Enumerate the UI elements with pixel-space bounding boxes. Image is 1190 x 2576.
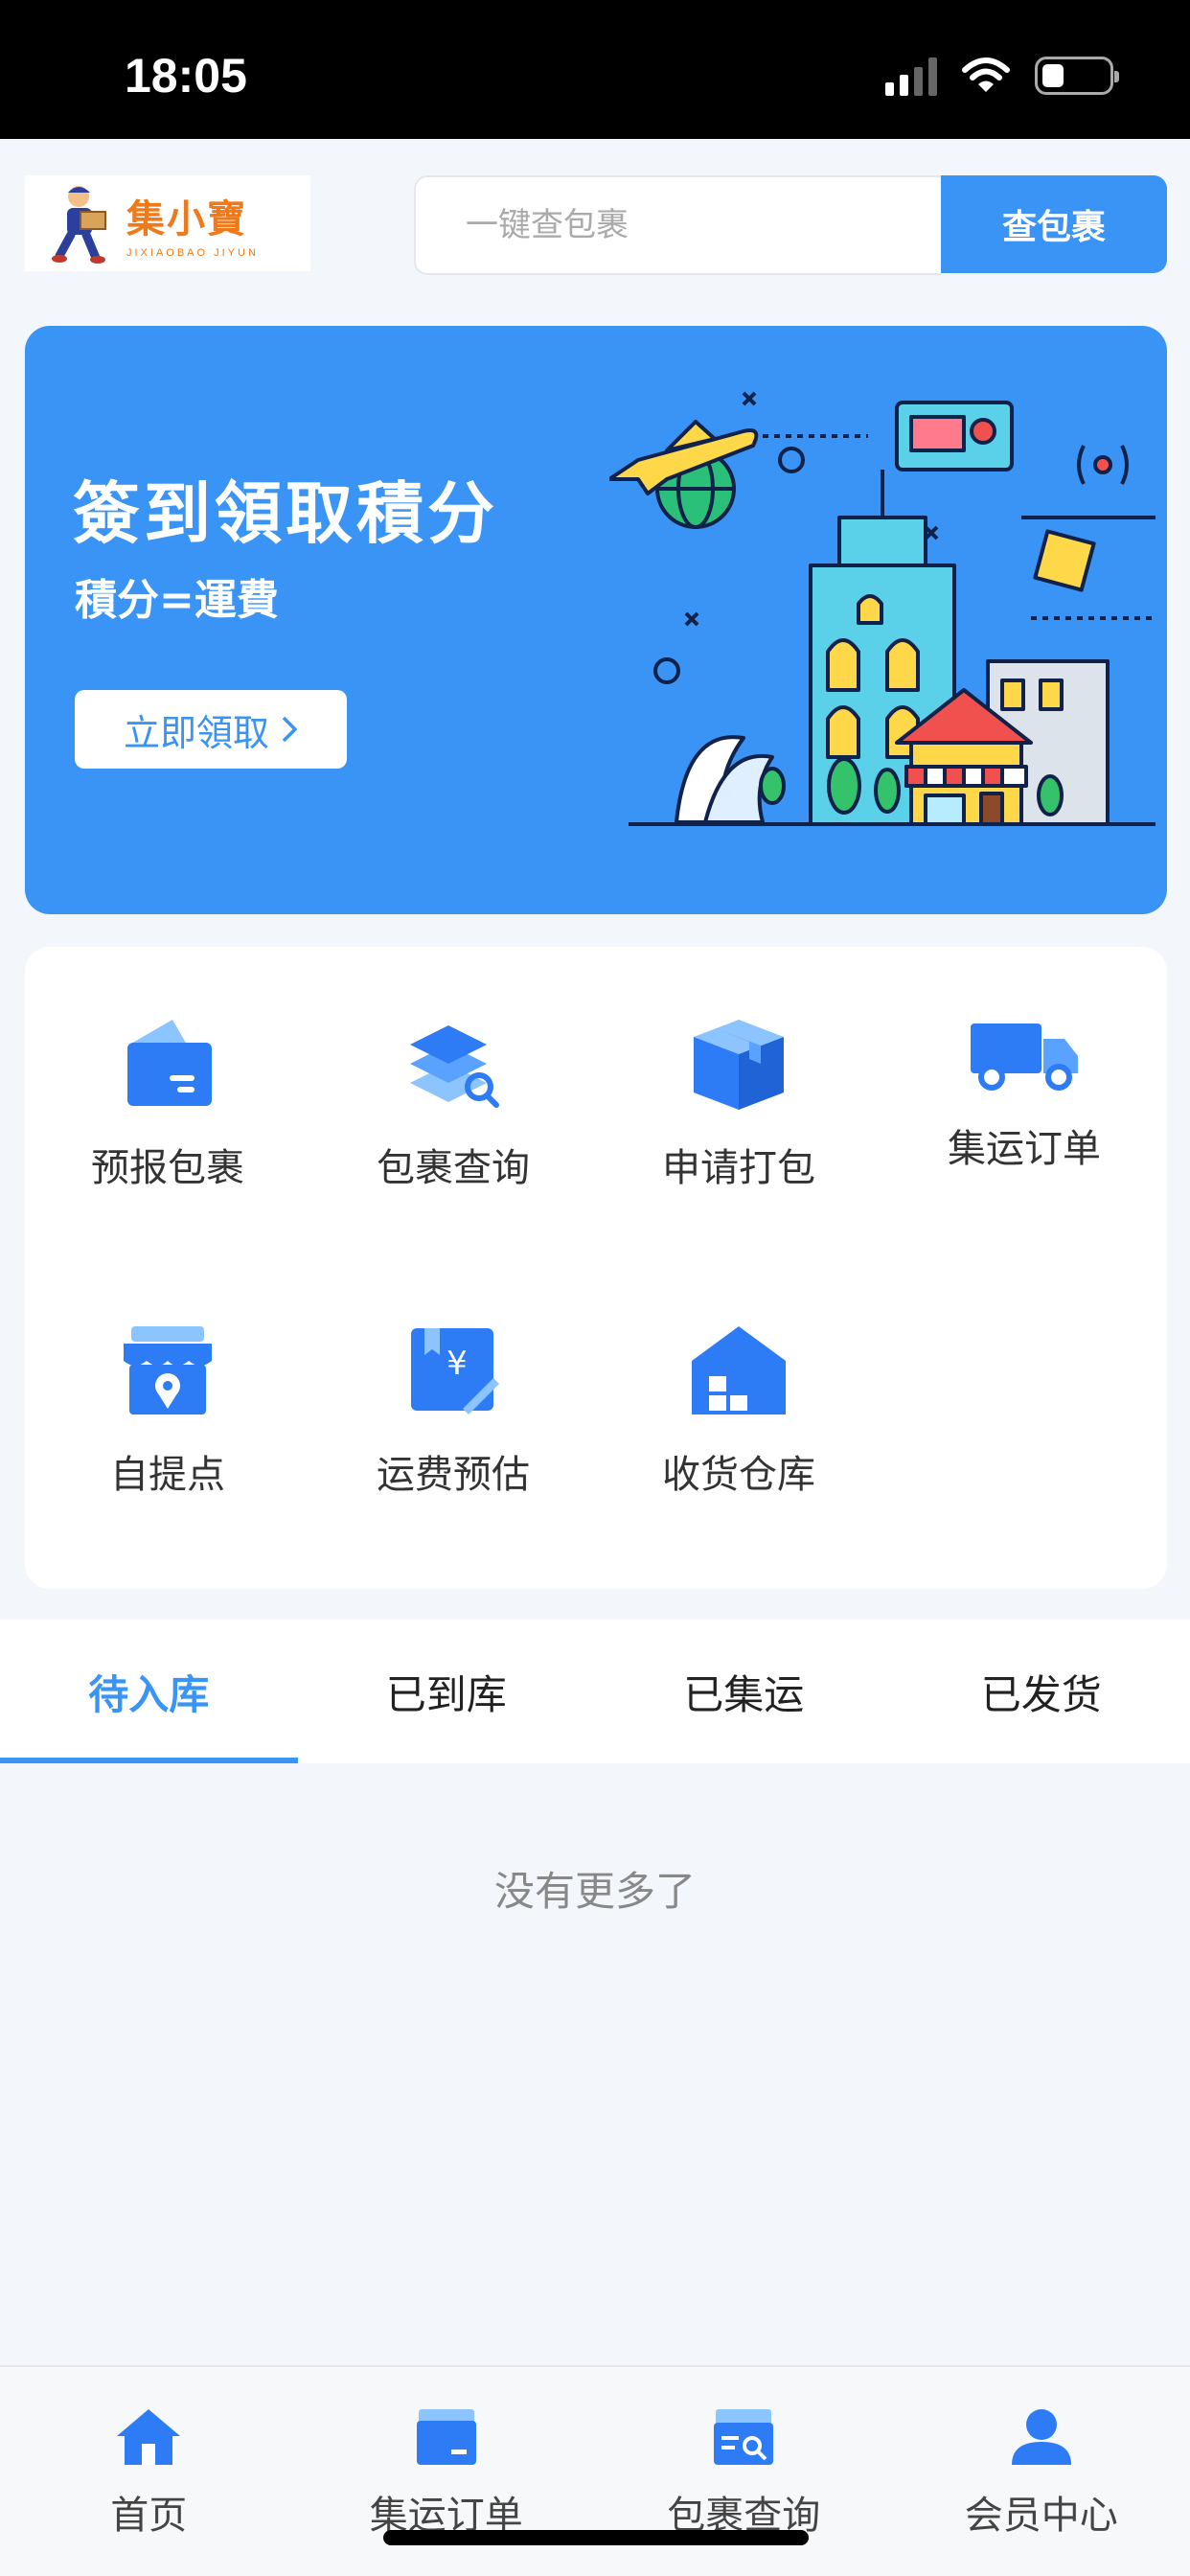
- banner-subtitle: 積分=運費: [75, 576, 279, 625]
- grid-item-forecast[interactable]: 预报包裹: [25, 947, 310, 1196]
- status-icons: [885, 56, 1119, 96]
- grid-item-request-packing[interactable]: 申请打包: [596, 947, 881, 1196]
- truck-icon: [971, 1024, 1078, 1091]
- grid-item-pickup-point[interactable]: 自提点: [25, 1254, 310, 1503]
- search-box: [414, 175, 941, 275]
- header: 集小寶 JIXIAOBAO JIYUN 查包裹: [0, 139, 1190, 316]
- package-search-icon: [410, 1025, 499, 1108]
- order-status-tabs: 待入库 已到库 已集运 已发货: [0, 1620, 1190, 1763]
- grid-item-consolidation-orders[interactable]: 集运订单: [881, 947, 1167, 1196]
- nav-item-home[interactable]: 首页: [0, 2367, 298, 2576]
- grid-label: 预报包裹: [91, 1146, 244, 1190]
- status-bar: 18:05: [0, 0, 1190, 139]
- box-icon: [694, 1020, 784, 1110]
- home-icon: [117, 2409, 181, 2465]
- claim-button[interactable]: 立即領取: [75, 690, 347, 769]
- tab-arrived[interactable]: 已到库: [298, 1620, 596, 1763]
- search-input[interactable]: [416, 177, 941, 273]
- tab-pending-inbound[interactable]: 待入库: [0, 1620, 298, 1763]
- fee-estimate-icon: ¥: [411, 1328, 499, 1414]
- checkin-banner[interactable]: 簽到領取積分 積分=運費 立即領取: [25, 326, 1167, 914]
- home-indicator: [383, 2530, 809, 2545]
- banner-title: 簽到領取積分: [73, 474, 498, 553]
- empty-state-text: 没有更多了: [493, 1868, 696, 1915]
- status-time: 18:05: [125, 49, 247, 103]
- grid-item-fee-estimate[interactable]: ¥ 运费预估: [310, 1254, 596, 1503]
- grid-label: 自提点: [110, 1453, 225, 1497]
- logo-subtitle: JIXIAOBAO JIYUN: [126, 247, 259, 259]
- nav-label: 首页: [110, 2494, 188, 2538]
- claim-button-label: 立即領取: [123, 711, 269, 754]
- chevron-right-icon: [282, 716, 298, 743]
- service-grid: 预报包裹 包裹查询 申请打包 集运订单 自提点 ¥ 运费预估 收货仓库: [25, 947, 1167, 1589]
- search-button[interactable]: 查包裹: [941, 175, 1167, 273]
- svg-text:¥: ¥: [446, 1345, 468, 1383]
- grid-label: 运费预估: [377, 1453, 530, 1497]
- grid-item-receiving-warehouse[interactable]: 收货仓库: [596, 1254, 881, 1503]
- nav-label: 会员中心: [964, 2494, 1118, 2538]
- tab-shipped[interactable]: 已发货: [893, 1620, 1190, 1763]
- battery-icon: [1035, 57, 1119, 95]
- logo-name: 集小寶: [126, 197, 247, 242]
- tab-consolidated[interactable]: 已集运: [595, 1620, 893, 1763]
- grid-item-package-search[interactable]: 包裹查询: [310, 947, 596, 1196]
- signal-icon: [885, 56, 937, 96]
- user-icon: [1011, 2409, 1071, 2465]
- grid-label: 包裹查询: [377, 1146, 530, 1190]
- grid-label: 集运订单: [948, 1127, 1101, 1171]
- city-logistics-illustration: [609, 391, 1156, 826]
- wifi-icon: [962, 58, 1010, 92]
- order-box-icon: [416, 2409, 476, 2465]
- package-search-icon: [714, 2409, 774, 2465]
- courier-mascot-icon: [52, 186, 106, 264]
- warehouse-icon: [692, 1326, 786, 1414]
- app-logo: 集小寶 JIXIAOBAO JIYUN: [25, 175, 310, 271]
- grid-label: 收货仓库: [662, 1453, 815, 1497]
- grid-label: 申请打包: [662, 1146, 815, 1190]
- store-pin-icon: [124, 1326, 212, 1414]
- nav-item-member-center[interactable]: 会员中心: [893, 2367, 1190, 2576]
- forecast-package-icon: [127, 1020, 212, 1106]
